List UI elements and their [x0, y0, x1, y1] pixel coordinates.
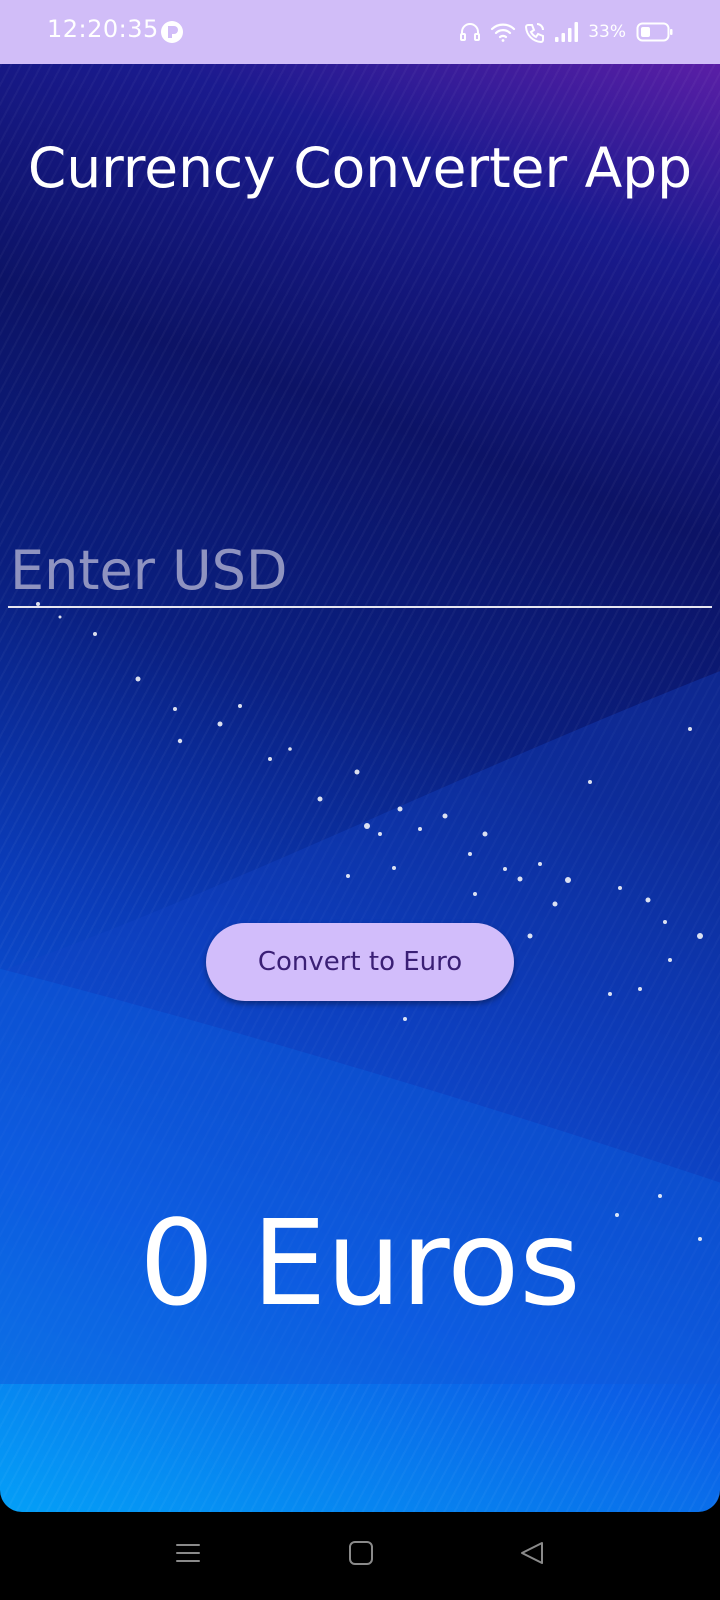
menu-icon[interactable] [175, 1540, 201, 1570]
battery-percent: 33% [588, 22, 626, 42]
usd-amount-input[interactable] [8, 534, 712, 608]
app-notification-icon [160, 20, 184, 44]
wifi-calling-icon [524, 20, 546, 44]
wifi-icon [490, 20, 516, 44]
back-icon[interactable] [519, 1540, 545, 1570]
signal-icon [554, 21, 580, 43]
status-icons: 33% [458, 18, 674, 46]
status-time: 12:20:35 [47, 15, 159, 43]
navigation-bar [0, 1512, 720, 1600]
home-icon[interactable] [348, 1540, 374, 1570]
app-title: Currency Converter App [27, 136, 693, 200]
app-content: Currency Converter App Convert to Euro 0… [0, 64, 720, 1512]
euro-result-text: 0 Euros [139, 1194, 581, 1332]
convert-to-euro-button[interactable]: Convert to Euro [206, 923, 514, 1001]
headset-icon [458, 20, 482, 44]
status-bar: 12:20:35 33% [0, 0, 720, 64]
battery-icon [636, 22, 674, 42]
